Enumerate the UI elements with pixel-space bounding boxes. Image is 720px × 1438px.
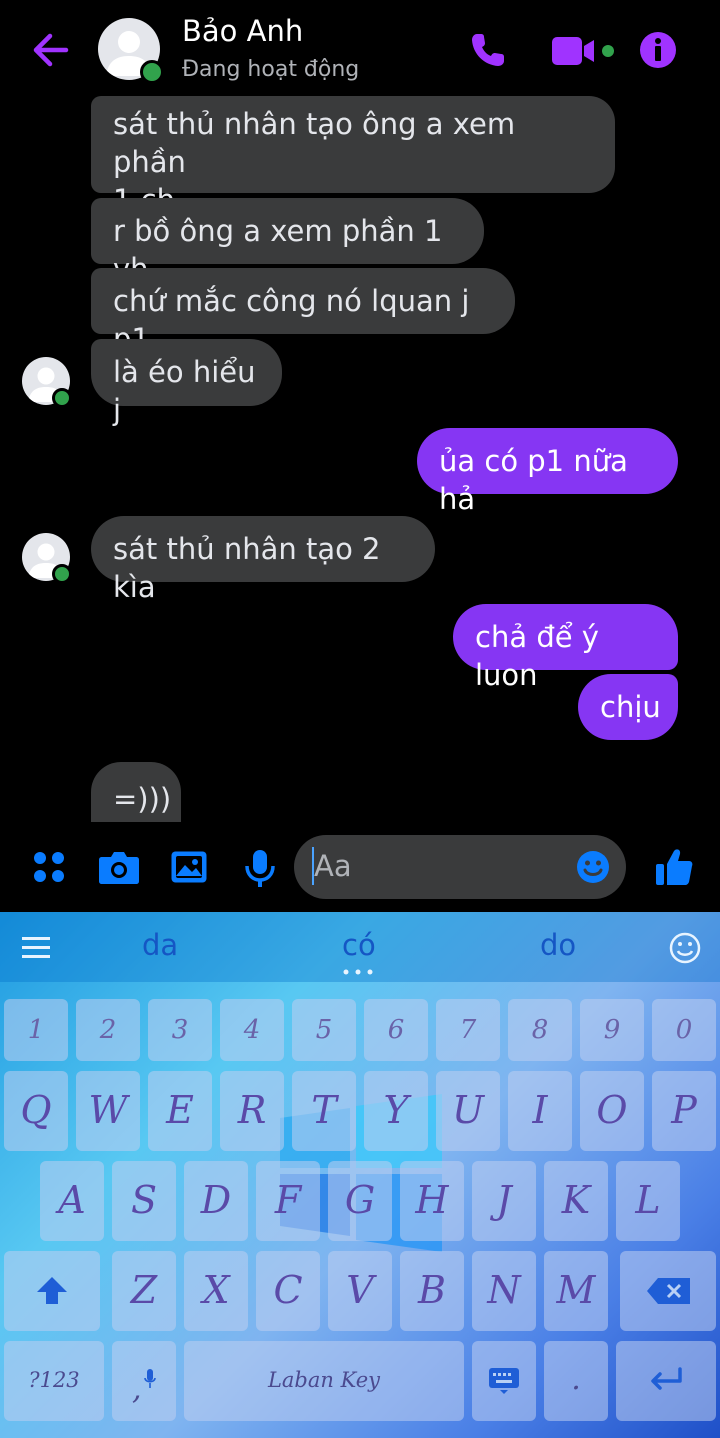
suggestion-bar: da có do (0, 912, 720, 982)
key-7[interactable]: 7 (436, 999, 500, 1061)
key-3[interactable]: 3 (148, 999, 212, 1061)
key-8[interactable]: 8 (508, 999, 572, 1061)
backspace-icon (647, 1278, 690, 1304)
key-w[interactable]: W (76, 1071, 140, 1151)
key-b[interactable]: B (400, 1251, 464, 1331)
key-l[interactable]: L (616, 1161, 680, 1241)
message-text-line: =))) (113, 782, 172, 816)
key-s[interactable]: S (112, 1161, 176, 1241)
message-text-line: sát thủ nhân tạo ông a xem phần (113, 107, 516, 179)
key-g[interactable]: G (328, 1161, 392, 1241)
period-key[interactable]: . (544, 1341, 608, 1421)
key-6[interactable]: 6 (364, 999, 428, 1061)
message-text-line: là éo hiểu j (113, 355, 256, 427)
back-arrow-icon[interactable] (28, 30, 72, 70)
online-indicator (140, 60, 164, 84)
key-m[interactable]: M (544, 1251, 608, 1331)
enter-key[interactable] (616, 1341, 716, 1421)
message-text-line: chịu (600, 690, 661, 724)
key-5[interactable]: 5 (292, 999, 356, 1061)
symbols-key[interactable]: ?123 (4, 1341, 104, 1421)
online-indicator (52, 564, 72, 584)
menu-icon[interactable] (22, 936, 50, 960)
message-text-line: ủa có p1 nữa hả (439, 444, 628, 516)
key-t[interactable]: T (292, 1071, 356, 1151)
key-0[interactable]: 0 (652, 999, 716, 1061)
message-input-placeholder: Aa (314, 849, 352, 883)
incoming-message[interactable]: chứ mắc công nó lquan j p1 (91, 268, 515, 356)
key-q[interactable]: Q (4, 1071, 68, 1151)
online-indicator (52, 388, 72, 408)
key-j[interactable]: J (472, 1161, 536, 1241)
incoming-message[interactable]: là éo hiểu j (91, 339, 282, 427)
shift-key[interactable] (4, 1251, 100, 1331)
camera-icon[interactable] (98, 849, 140, 885)
key-e[interactable]: E (148, 1071, 212, 1151)
message-text-line: sát thủ nhân tạo 2 kìa (113, 532, 381, 604)
key-n[interactable]: N (472, 1251, 536, 1331)
more-suggestions-icon[interactable] (343, 969, 373, 975)
key-a[interactable]: A (40, 1161, 104, 1241)
key-i[interactable]: I (508, 1071, 572, 1151)
suggestion-word[interactable]: do (540, 928, 576, 962)
suggestion-word[interactable]: có (342, 928, 376, 962)
message-input[interactable]: Aa (294, 835, 626, 899)
microphone-icon[interactable] (244, 848, 276, 888)
apps-icon[interactable] (32, 850, 66, 884)
incoming-message[interactable]: =))) (91, 762, 181, 822)
key-z[interactable]: Z (112, 1251, 176, 1331)
outgoing-message[interactable]: ủa có p1 nữa hả (417, 428, 678, 516)
active-status: Đang hoạt động (182, 57, 360, 82)
key-o[interactable]: O (580, 1071, 644, 1151)
key-v[interactable]: V (328, 1251, 392, 1331)
outgoing-message[interactable]: chịu (578, 674, 678, 740)
incoming-message[interactable]: sát thủ nhân tạo ông a xem phần 1 ch (91, 96, 615, 217)
incoming-message[interactable]: sát thủ nhân tạo 2 kìa (91, 516, 435, 604)
incoming-message[interactable]: r bồ ông a xem phần 1 vh (91, 198, 484, 286)
key-f[interactable]: F (256, 1161, 320, 1241)
emoji-keyboard-icon[interactable] (669, 932, 701, 964)
comma-voice-key[interactable]: , (112, 1341, 176, 1421)
video-call-icon[interactable] (550, 34, 616, 68)
suggestion-word[interactable]: da (142, 928, 178, 962)
comma-label: , (132, 1372, 142, 1407)
keyboard-switch-key[interactable] (472, 1341, 536, 1421)
voice-call-icon[interactable] (468, 30, 508, 70)
key-1[interactable]: 1 (4, 999, 68, 1061)
voice-input-icon (144, 1369, 156, 1388)
info-icon[interactable] (638, 30, 678, 70)
outgoing-message[interactable]: chả để ý luon (453, 604, 678, 692)
key-9[interactable]: 9 (580, 999, 644, 1061)
space-bar[interactable]: Laban Key (184, 1341, 464, 1421)
thumbs-up-icon[interactable] (654, 847, 694, 887)
key-u[interactable]: U (436, 1071, 500, 1151)
conversation-header: Bảo Anh Đang hoạt động (0, 0, 720, 96)
key-c[interactable]: C (256, 1251, 320, 1331)
key-p[interactable]: P (652, 1071, 716, 1151)
backspace-key[interactable] (620, 1251, 716, 1331)
key-d[interactable]: D (184, 1161, 248, 1241)
key-2[interactable]: 2 (76, 999, 140, 1061)
enter-icon (651, 1367, 682, 1390)
contact-name[interactable]: Bảo Anh (182, 14, 303, 48)
key-k[interactable]: K (544, 1161, 608, 1241)
gallery-icon[interactable] (170, 850, 208, 884)
emoji-icon[interactable] (576, 850, 610, 884)
key-x[interactable]: X (184, 1251, 248, 1331)
key-4[interactable]: 4 (220, 999, 284, 1061)
key-h[interactable]: H (400, 1161, 464, 1241)
keyboard-icon (489, 1368, 519, 1394)
on-screen-keyboard: da có do 1 2 3 4 5 6 7 8 9 0 Q W E R T Y… (0, 912, 720, 1438)
key-y[interactable]: Y (364, 1071, 428, 1151)
shift-arrow-icon (37, 1277, 67, 1304)
key-r[interactable]: R (220, 1071, 284, 1151)
